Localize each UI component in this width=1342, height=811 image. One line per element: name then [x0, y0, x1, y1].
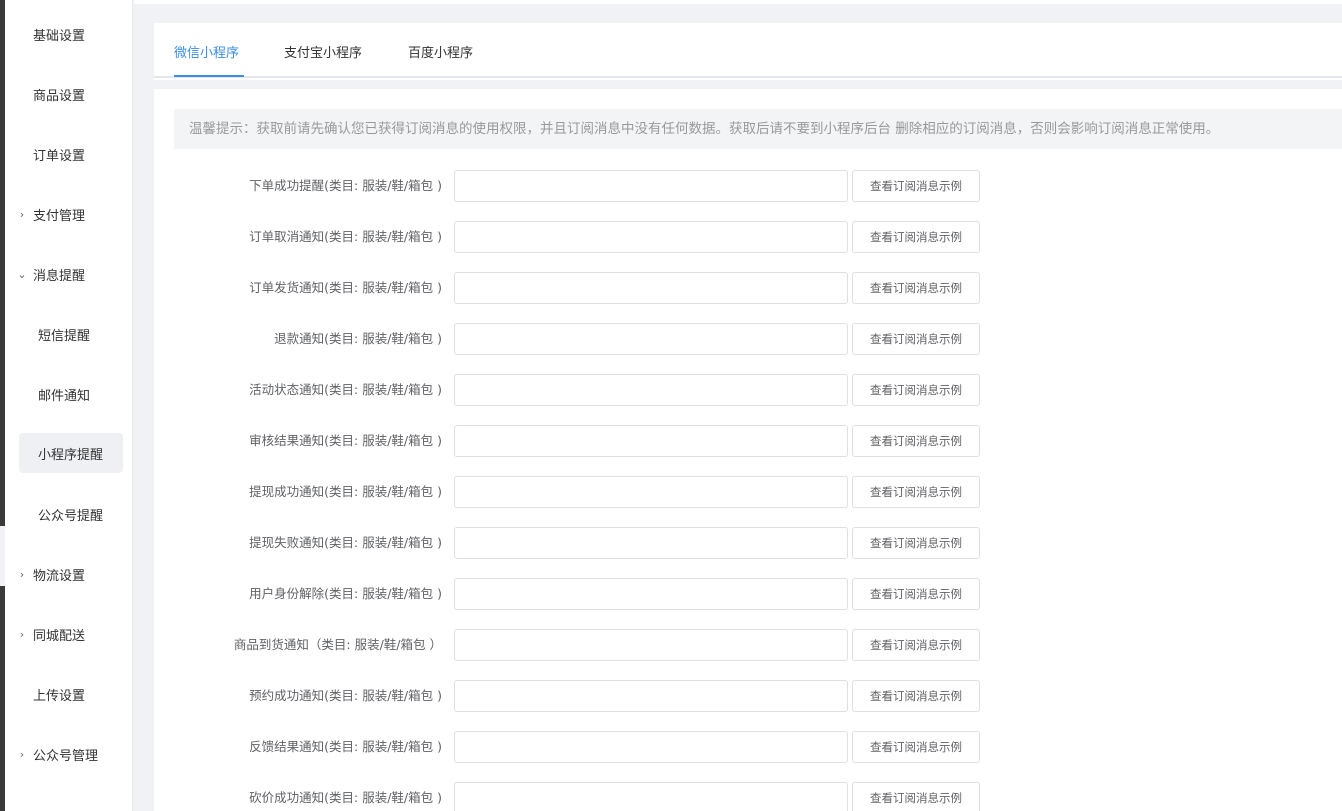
field-label: 砍价成功通知(类目: 服装/鞋/箱包 ) — [249, 790, 442, 805]
chevron-right-icon: › — [19, 747, 25, 761]
sidebar: 基础设置 商品设置 订单设置 › 支付管理 ⌄ 消息提醒 短信提醒 邮件通知 小… — [5, 0, 133, 811]
template-id-input[interactable] — [454, 680, 848, 712]
notice-banner: 温馨提示：获取前请先确认您已获得订阅消息的使用权限，并且订阅消息中没有任何数据。… — [174, 109, 1342, 149]
field-label: 提现成功通知(类目: 服装/鞋/箱包 ) — [249, 484, 442, 499]
sidebar-item-label: 同城配送 — [33, 628, 86, 644]
template-id-input[interactable] — [454, 425, 848, 457]
view-example-button[interactable]: 查看订阅消息示例 — [852, 221, 980, 253]
template-id-input[interactable] — [454, 527, 848, 559]
sidebar-item-email[interactable]: 邮件通知 — [5, 374, 133, 414]
divider-band — [154, 80, 1342, 89]
active-tab-indicator — [174, 75, 244, 77]
view-example-button[interactable]: 查看订阅消息示例 — [852, 374, 980, 406]
top-strip — [134, 0, 1342, 4]
sidebar-item-message-alerts[interactable]: ⌄ 消息提醒 — [5, 254, 133, 294]
sidebar-item-label: 短信提醒 — [38, 328, 91, 344]
field-label: 反馈结果通知(类目: 服装/鞋/箱包 ) — [249, 739, 442, 754]
template-id-input[interactable] — [454, 272, 848, 304]
sidebar-item-upload-settings[interactable]: 上传设置 — [5, 674, 133, 714]
view-example-button[interactable]: 查看订阅消息示例 — [852, 578, 980, 610]
field-label: 提现失败通知(类目: 服装/鞋/箱包 ) — [249, 535, 442, 550]
sidebar-item-order-settings[interactable]: 订单设置 — [5, 134, 133, 174]
form-row: 退款通知(类目: 服装/鞋/箱包 ) 查看订阅消息示例 — [154, 323, 1342, 355]
form-row: 用户身份解除(类目: 服装/鞋/箱包 ) 查看订阅消息示例 — [154, 578, 1342, 610]
sidebar-item-label: 公众号提醒 — [38, 508, 104, 524]
sidebar-item-basic-settings[interactable]: 基础设置 — [5, 14, 133, 54]
field-label: 订单取消通知(类目: 服装/鞋/箱包 ) — [249, 229, 442, 244]
field-label: 预约成功通知(类目: 服装/鞋/箱包 ) — [249, 688, 442, 703]
template-id-input[interactable] — [454, 374, 848, 406]
form-row: 活动状态通知(类目: 服装/鞋/箱包 ) 查看订阅消息示例 — [154, 374, 1342, 406]
template-id-input[interactable] — [454, 629, 848, 661]
sidebar-item-product-settings[interactable]: 商品设置 — [5, 74, 133, 114]
field-label: 审核结果通知(类目: 服装/鞋/箱包 ) — [249, 433, 442, 448]
field-label: 用户身份解除(类目: 服装/鞋/箱包 ) — [249, 586, 442, 601]
sidebar-item-label: 公众号管理 — [33, 748, 99, 764]
view-example-button[interactable]: 查看订阅消息示例 — [852, 170, 980, 202]
tab-alipay-miniprogram[interactable]: 支付宝小程序 — [284, 42, 362, 61]
sidebar-item-label: 基础设置 — [33, 28, 86, 44]
sidebar-item-official-account-alerts[interactable]: 公众号提醒 — [5, 494, 133, 534]
view-example-button[interactable]: 查看订阅消息示例 — [852, 731, 980, 763]
tab-wechat-miniprogram[interactable]: 微信小程序 — [174, 42, 239, 61]
main-card: 微信小程序 支付宝小程序 百度小程序 温馨提示：获取前请先确认您已获得订阅消息的… — [154, 23, 1342, 811]
template-id-input[interactable] — [454, 221, 848, 253]
field-label: 退款通知(类目: 服装/鞋/箱包 ) — [274, 331, 442, 346]
sidebar-item-official-account-mgmt[interactable]: › 公众号管理 — [5, 734, 133, 774]
view-example-button[interactable]: 查看订阅消息示例 — [852, 782, 980, 811]
template-id-input[interactable] — [454, 323, 848, 355]
sidebar-item-label: 消息提醒 — [33, 268, 86, 284]
form-row: 砍价成功通知(类目: 服装/鞋/箱包 ) 查看订阅消息示例 — [154, 782, 1342, 811]
sidebar-item-label: 邮件通知 — [38, 388, 91, 404]
sidebar-item-label: 商品设置 — [33, 88, 86, 104]
sidebar-item-payment[interactable]: › 支付管理 — [5, 194, 133, 234]
chevron-right-icon: › — [19, 627, 25, 641]
chevron-right-icon: › — [19, 567, 25, 581]
sidebar-item-local-delivery[interactable]: › 同城配送 — [5, 614, 133, 654]
template-id-input[interactable] — [454, 578, 848, 610]
template-id-input[interactable] — [454, 476, 848, 508]
form-row: 预约成功通知(类目: 服装/鞋/箱包 ) 查看订阅消息示例 — [154, 680, 1342, 712]
tab-bar: 微信小程序 支付宝小程序 百度小程序 — [154, 23, 1342, 78]
chevron-down-icon: ⌄ — [17, 267, 27, 281]
sidebar-item-miniprogram-alerts[interactable]: 小程序提醒 — [19, 433, 123, 473]
tab-baidu-miniprogram[interactable]: 百度小程序 — [408, 42, 473, 61]
sidebar-item-label: 订单设置 — [33, 148, 86, 164]
form-row: 订单发货通知(类目: 服装/鞋/箱包 ) 查看订阅消息示例 — [154, 272, 1342, 304]
form-row: 提现失败通知(类目: 服装/鞋/箱包 ) 查看订阅消息示例 — [154, 527, 1342, 559]
field-label: 下单成功提醒(类目: 服装/鞋/箱包 ) — [249, 178, 442, 193]
field-label: 订单发货通知(类目: 服装/鞋/箱包 ) — [249, 280, 442, 295]
view-example-button[interactable]: 查看订阅消息示例 — [852, 680, 980, 712]
view-example-button[interactable]: 查看订阅消息示例 — [852, 323, 980, 355]
sidebar-item-label: 上传设置 — [33, 688, 86, 704]
chevron-right-icon: › — [19, 207, 25, 221]
template-id-input[interactable] — [454, 782, 848, 811]
form-row: 审核结果通知(类目: 服装/鞋/箱包 ) 查看订阅消息示例 — [154, 425, 1342, 457]
template-id-input[interactable] — [454, 170, 848, 202]
sidebar-item-logistics[interactable]: › 物流设置 — [5, 554, 133, 594]
view-example-button[interactable]: 查看订阅消息示例 — [852, 629, 980, 661]
view-example-button[interactable]: 查看订阅消息示例 — [852, 527, 980, 559]
sidebar-item-label: 小程序提醒 — [38, 447, 104, 463]
sidebar-item-label: 物流设置 — [33, 568, 86, 584]
field-label: 活动状态通知(类目: 服装/鞋/箱包 ) — [249, 382, 442, 397]
view-example-button[interactable]: 查看订阅消息示例 — [852, 272, 980, 304]
sidebar-item-sms[interactable]: 短信提醒 — [5, 314, 133, 354]
view-example-button[interactable]: 查看订阅消息示例 — [852, 476, 980, 508]
form-row: 商品到货通知（类目: 服装/鞋/箱包 ） 查看订阅消息示例 — [154, 629, 1342, 661]
view-example-button[interactable]: 查看订阅消息示例 — [852, 425, 980, 457]
template-id-input[interactable] — [454, 731, 848, 763]
sidebar-item-label: 支付管理 — [33, 208, 86, 224]
form-row: 订单取消通知(类目: 服装/鞋/箱包 ) 查看订阅消息示例 — [154, 221, 1342, 253]
form-row: 下单成功提醒(类目: 服装/鞋/箱包 ) 查看订阅消息示例 — [154, 170, 1342, 202]
field-label: 商品到货通知（类目: 服装/鞋/箱包 ） — [233, 637, 442, 652]
form-row: 反馈结果通知(类目: 服装/鞋/箱包 ) 查看订阅消息示例 — [154, 731, 1342, 763]
form-row: 提现成功通知(类目: 服装/鞋/箱包 ) 查看订阅消息示例 — [154, 476, 1342, 508]
